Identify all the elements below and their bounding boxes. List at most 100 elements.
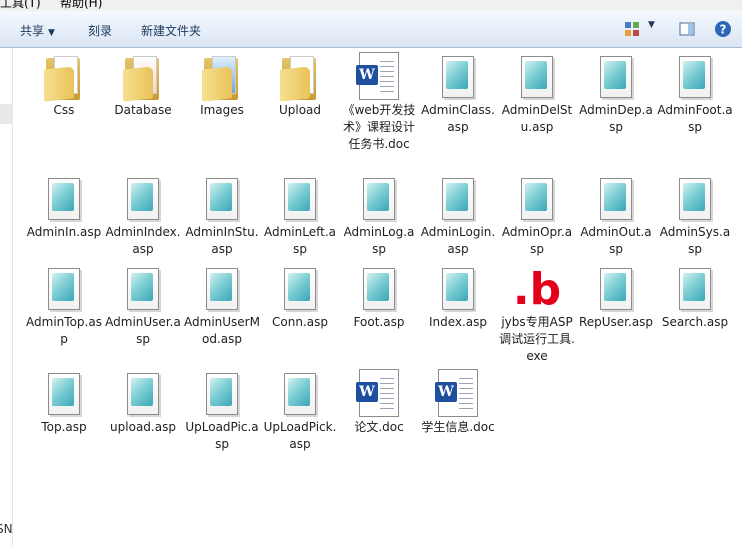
file-name-label: Index.asp	[428, 315, 488, 329]
file-name-label: Upload	[278, 103, 322, 117]
asp-file-icon	[419, 262, 497, 314]
file-item[interactable]: AdminOpr.asp	[498, 172, 576, 258]
menu-tools[interactable]: 工具(T)	[0, 0, 41, 11]
file-item[interactable]: AdminFoot.asp	[656, 50, 734, 136]
file-name-label: Images	[200, 103, 244, 117]
file-name-label: AdminUserMod.asp	[184, 315, 260, 346]
asp-file-icon	[261, 172, 339, 224]
file-item[interactable]: UpLoadPick.asp	[261, 367, 339, 453]
file-item[interactable]: W 论文.doc	[340, 367, 418, 436]
asp-file-icon	[104, 367, 182, 419]
asp-file-icon	[340, 172, 418, 224]
file-item[interactable]: Search.asp	[656, 262, 734, 331]
burn-button[interactable]: 刻录	[88, 22, 112, 39]
file-name-label: jybs专用ASP调试运行工具.exe	[499, 315, 575, 363]
asp-file-icon	[25, 262, 103, 314]
navigation-pane[interactable]: SN	[0, 48, 13, 546]
file-name-label: Database	[114, 103, 172, 117]
file-name-label: 学生信息.doc	[421, 420, 495, 434]
file-name-label: Top.asp	[41, 420, 87, 434]
file-item[interactable]: AdminDelStu.asp	[498, 50, 576, 136]
asp-file-icon	[577, 262, 655, 314]
file-item[interactable]: .b jybs专用ASP调试运行工具.exe	[498, 262, 576, 365]
file-item[interactable]: Css	[25, 50, 103, 119]
file-item[interactable]: Foot.asp	[340, 262, 418, 331]
menu-help[interactable]: 帮助(H)	[60, 0, 102, 11]
asp-file-icon	[183, 262, 261, 314]
asp-file-icon	[25, 367, 103, 419]
share-button[interactable]: 共享 ▼	[20, 22, 55, 39]
share-button-label: 共享	[20, 24, 45, 38]
file-item[interactable]: AdminUser.asp	[104, 262, 182, 348]
preview-pane-icon[interactable]	[679, 21, 695, 40]
file-name-label: 《web开发技术》课程设计任务书.doc	[342, 103, 416, 151]
asp-file-icon	[104, 262, 182, 314]
file-item[interactable]: UpLoadPic.asp	[183, 367, 261, 453]
file-item[interactable]: AdminUserMod.asp	[183, 262, 261, 348]
file-name-label: AdminOut.asp	[580, 225, 652, 256]
file-name-label: UpLoadPick.asp	[263, 420, 337, 451]
view-options-icon[interactable]	[624, 21, 640, 40]
menu-bar: 工具(T) 帮助(H)	[0, 0, 742, 11]
file-item[interactable]: AdminTop.asp	[25, 262, 103, 348]
file-item[interactable]: RepUser.asp	[577, 262, 655, 331]
folder-icon	[25, 50, 103, 102]
file-name-label: AdminDep.asp	[579, 103, 653, 134]
file-name-label: AdminLeft.asp	[264, 225, 336, 256]
file-name-label: AdminClass.asp	[421, 103, 495, 134]
file-item[interactable]: AdminDep.asp	[577, 50, 655, 136]
file-item[interactable]: upload.asp	[104, 367, 182, 436]
asp-file-icon	[577, 172, 655, 224]
word-document-icon: W	[340, 50, 418, 102]
asp-file-icon	[340, 262, 418, 314]
folder-icon	[261, 50, 339, 102]
file-item[interactable]: AdminIn.asp	[25, 172, 103, 241]
chevron-down-icon: ▼	[48, 28, 55, 38]
asp-file-icon	[25, 172, 103, 224]
file-item[interactable]: AdminOut.asp	[577, 172, 655, 258]
folder-icon	[183, 50, 261, 102]
file-item[interactable]: Conn.asp	[261, 262, 339, 331]
file-item[interactable]: AdminIndex.asp	[104, 172, 182, 258]
asp-file-icon	[498, 172, 576, 224]
application-exe-icon: .b	[512, 264, 562, 315]
asp-file-icon	[498, 50, 576, 102]
new-folder-button[interactable]: 新建文件夹	[141, 22, 201, 39]
asp-file-icon	[656, 172, 734, 224]
file-item[interactable]: AdminLog.asp	[340, 172, 418, 258]
file-name-label: RepUser.asp	[578, 315, 654, 329]
file-name-label: UpLoadPic.asp	[185, 420, 259, 451]
asp-file-icon	[261, 262, 339, 314]
asp-file-icon	[183, 172, 261, 224]
file-name-label: AdminUser.asp	[105, 315, 181, 346]
help-icon[interactable]: ?	[714, 20, 732, 41]
file-item[interactable]: AdminLogin.asp	[419, 172, 497, 258]
file-name-label: AdminIn.asp	[26, 225, 102, 239]
file-name-label: AdminInStu.asp	[185, 225, 259, 256]
file-name-label: AdminFoot.asp	[657, 103, 733, 134]
file-item[interactable]: Top.asp	[25, 367, 103, 436]
file-item[interactable]: Upload	[261, 50, 339, 119]
file-item[interactable]: Index.asp	[419, 262, 497, 331]
file-name-label: Conn.asp	[272, 315, 328, 329]
asp-file-icon	[419, 50, 497, 102]
file-name-label: AdminSys.asp	[659, 225, 731, 256]
file-item[interactable]: AdminLeft.asp	[261, 172, 339, 258]
file-name-label: AdminLogin.asp	[420, 225, 496, 256]
file-item[interactable]: W 学生信息.doc	[419, 367, 497, 436]
asp-file-icon	[656, 262, 734, 314]
file-name-label: AdminTop.asp	[26, 315, 102, 346]
file-item[interactable]: AdminInStu.asp	[183, 172, 261, 258]
view-dropdown-icon[interactable]: ▼	[648, 20, 655, 30]
file-item[interactable]: AdminClass.asp	[419, 50, 497, 136]
navigation-selected-item[interactable]	[0, 104, 12, 124]
asp-file-icon	[104, 172, 182, 224]
file-name-label: AdminOpr.asp	[501, 225, 573, 256]
word-document-icon: W	[340, 367, 418, 419]
file-name-label: AdminIndex.asp	[105, 225, 181, 256]
command-bar: 共享 ▼ 刻录 新建文件夹 ▼ ?	[0, 11, 742, 48]
file-item[interactable]: W 《web开发技术》课程设计任务书.doc	[340, 50, 418, 153]
file-item[interactable]: Images	[183, 50, 261, 119]
file-item[interactable]: AdminSys.asp	[656, 172, 734, 258]
file-item[interactable]: Database	[104, 50, 182, 119]
